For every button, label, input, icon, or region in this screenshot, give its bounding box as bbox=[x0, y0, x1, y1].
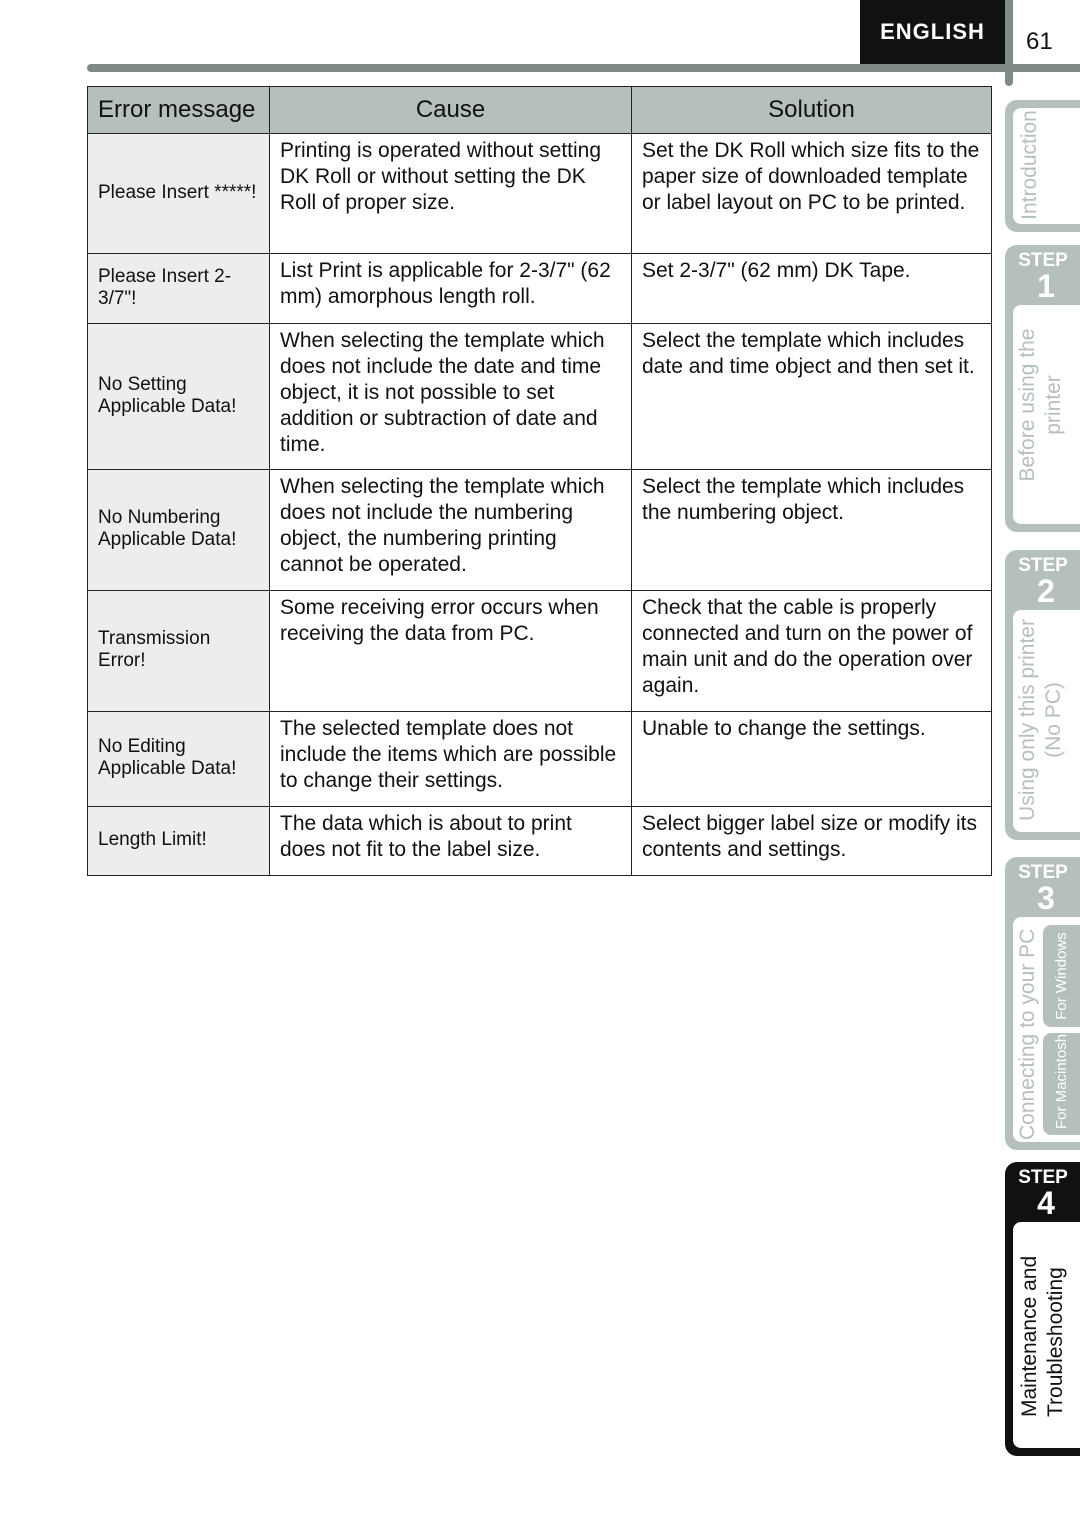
cause-cell: When selecting the template which does n… bbox=[269, 323, 632, 470]
step-number: 4 bbox=[1037, 1185, 1055, 1221]
cause-cell: List Print is applicable for 2-3/7" (62 … bbox=[269, 253, 632, 324]
sub-tab-label: For Windows bbox=[1053, 932, 1070, 1020]
solution-cell: Set 2-3/7" (62 mm) DK Tape. bbox=[631, 253, 992, 324]
table-header: Error message Cause Solution bbox=[87, 86, 992, 134]
cause-cell: Printing is operated without setting DK … bbox=[269, 133, 632, 254]
table-row: No Setting Applicable Data! When selectin… bbox=[87, 323, 992, 470]
solution-cell: Unable to change the settings. bbox=[631, 711, 992, 807]
error-message-cell: Please Insert 2-3/7"! bbox=[87, 253, 270, 324]
table-row: No Numbering Applicable Data! When select… bbox=[87, 469, 992, 591]
header-rule bbox=[87, 64, 1080, 72]
error-message-cell: Length Limit! bbox=[87, 806, 270, 876]
page-number: 61 bbox=[1026, 28, 1053, 55]
tab-introduction[interactable]: Introduction bbox=[1005, 100, 1080, 232]
language-label: ENGLISH bbox=[860, 0, 1005, 64]
table-row: Please Insert 2-3/7"! List Print is appli… bbox=[87, 253, 992, 324]
cause-cell: When selecting the template which does n… bbox=[269, 469, 632, 591]
cause-cell: The data which is about to print does no… bbox=[269, 806, 632, 876]
sub-tab-label: For Macintosh bbox=[1053, 1033, 1070, 1129]
column-header: Solution bbox=[631, 86, 992, 134]
header-divider bbox=[1005, 0, 1013, 86]
solution-cell: Set the DK Roll which size fits to the p… bbox=[631, 133, 992, 254]
sub-tab-macintosh[interactable]: For Macintosh bbox=[1043, 1033, 1080, 1135]
column-header: Error message bbox=[87, 86, 270, 134]
solution-cell: Check that the cable is properly connect… bbox=[631, 590, 992, 712]
tab-step-4[interactable]: STEP 4 Maintenance and Troubleshooting bbox=[1005, 1162, 1080, 1456]
table-row: No Editing Applicable Data! The selected … bbox=[87, 711, 992, 807]
tab-step-3[interactable]: STEP 3 Connecting to your PC For Windows … bbox=[1005, 857, 1080, 1150]
sub-tab-windows[interactable]: For Windows bbox=[1043, 925, 1080, 1027]
tab-step-1[interactable]: STEP 1 Before using the printer bbox=[1005, 245, 1080, 532]
solution-cell: Select bigger label size or modify its c… bbox=[631, 806, 992, 876]
tab-label: Using only this printer (No PC) bbox=[1016, 619, 1065, 821]
table-row: Length Limit! The data which is about to … bbox=[87, 806, 992, 876]
step-number: 3 bbox=[1037, 880, 1055, 916]
solution-cell: Select the template which includes the n… bbox=[631, 469, 992, 591]
table-row: Please Insert *****! Printing is operated… bbox=[87, 133, 992, 254]
error-message-cell: No Numbering Applicable Data! bbox=[87, 469, 270, 591]
manual-page: ENGLISH 61 Error message Cause Solution … bbox=[0, 0, 1080, 1529]
tab-label: Introduction bbox=[1018, 110, 1041, 220]
error-message-cell: Transmission Error! bbox=[87, 590, 270, 712]
error-message-cell: No Editing Applicable Data! bbox=[87, 711, 270, 807]
step-number: 2 bbox=[1037, 573, 1055, 609]
tab-label: Connecting to your PC bbox=[1016, 928, 1039, 1140]
tab-label: Before using the printer bbox=[1016, 328, 1065, 482]
error-message-cell: Please Insert *****! bbox=[87, 133, 270, 254]
solution-cell: Select the template which includes date … bbox=[631, 323, 992, 470]
cause-cell: The selected template does not include t… bbox=[269, 711, 632, 807]
error-message-cell: No Setting Applicable Data! bbox=[87, 323, 270, 470]
error-table: Error message Cause Solution Please Inse… bbox=[87, 86, 992, 876]
tab-step-2[interactable]: STEP 2 Using only this printer (No PC) bbox=[1005, 550, 1080, 840]
tab-label: Maintenance and Troubleshooting bbox=[1018, 1255, 1067, 1417]
table-row: Transmission Error! Some receiving error … bbox=[87, 590, 992, 712]
cause-cell: Some receiving error occurs when receivi… bbox=[269, 590, 632, 712]
column-header: Cause bbox=[269, 86, 632, 134]
step-number: 1 bbox=[1037, 268, 1055, 304]
